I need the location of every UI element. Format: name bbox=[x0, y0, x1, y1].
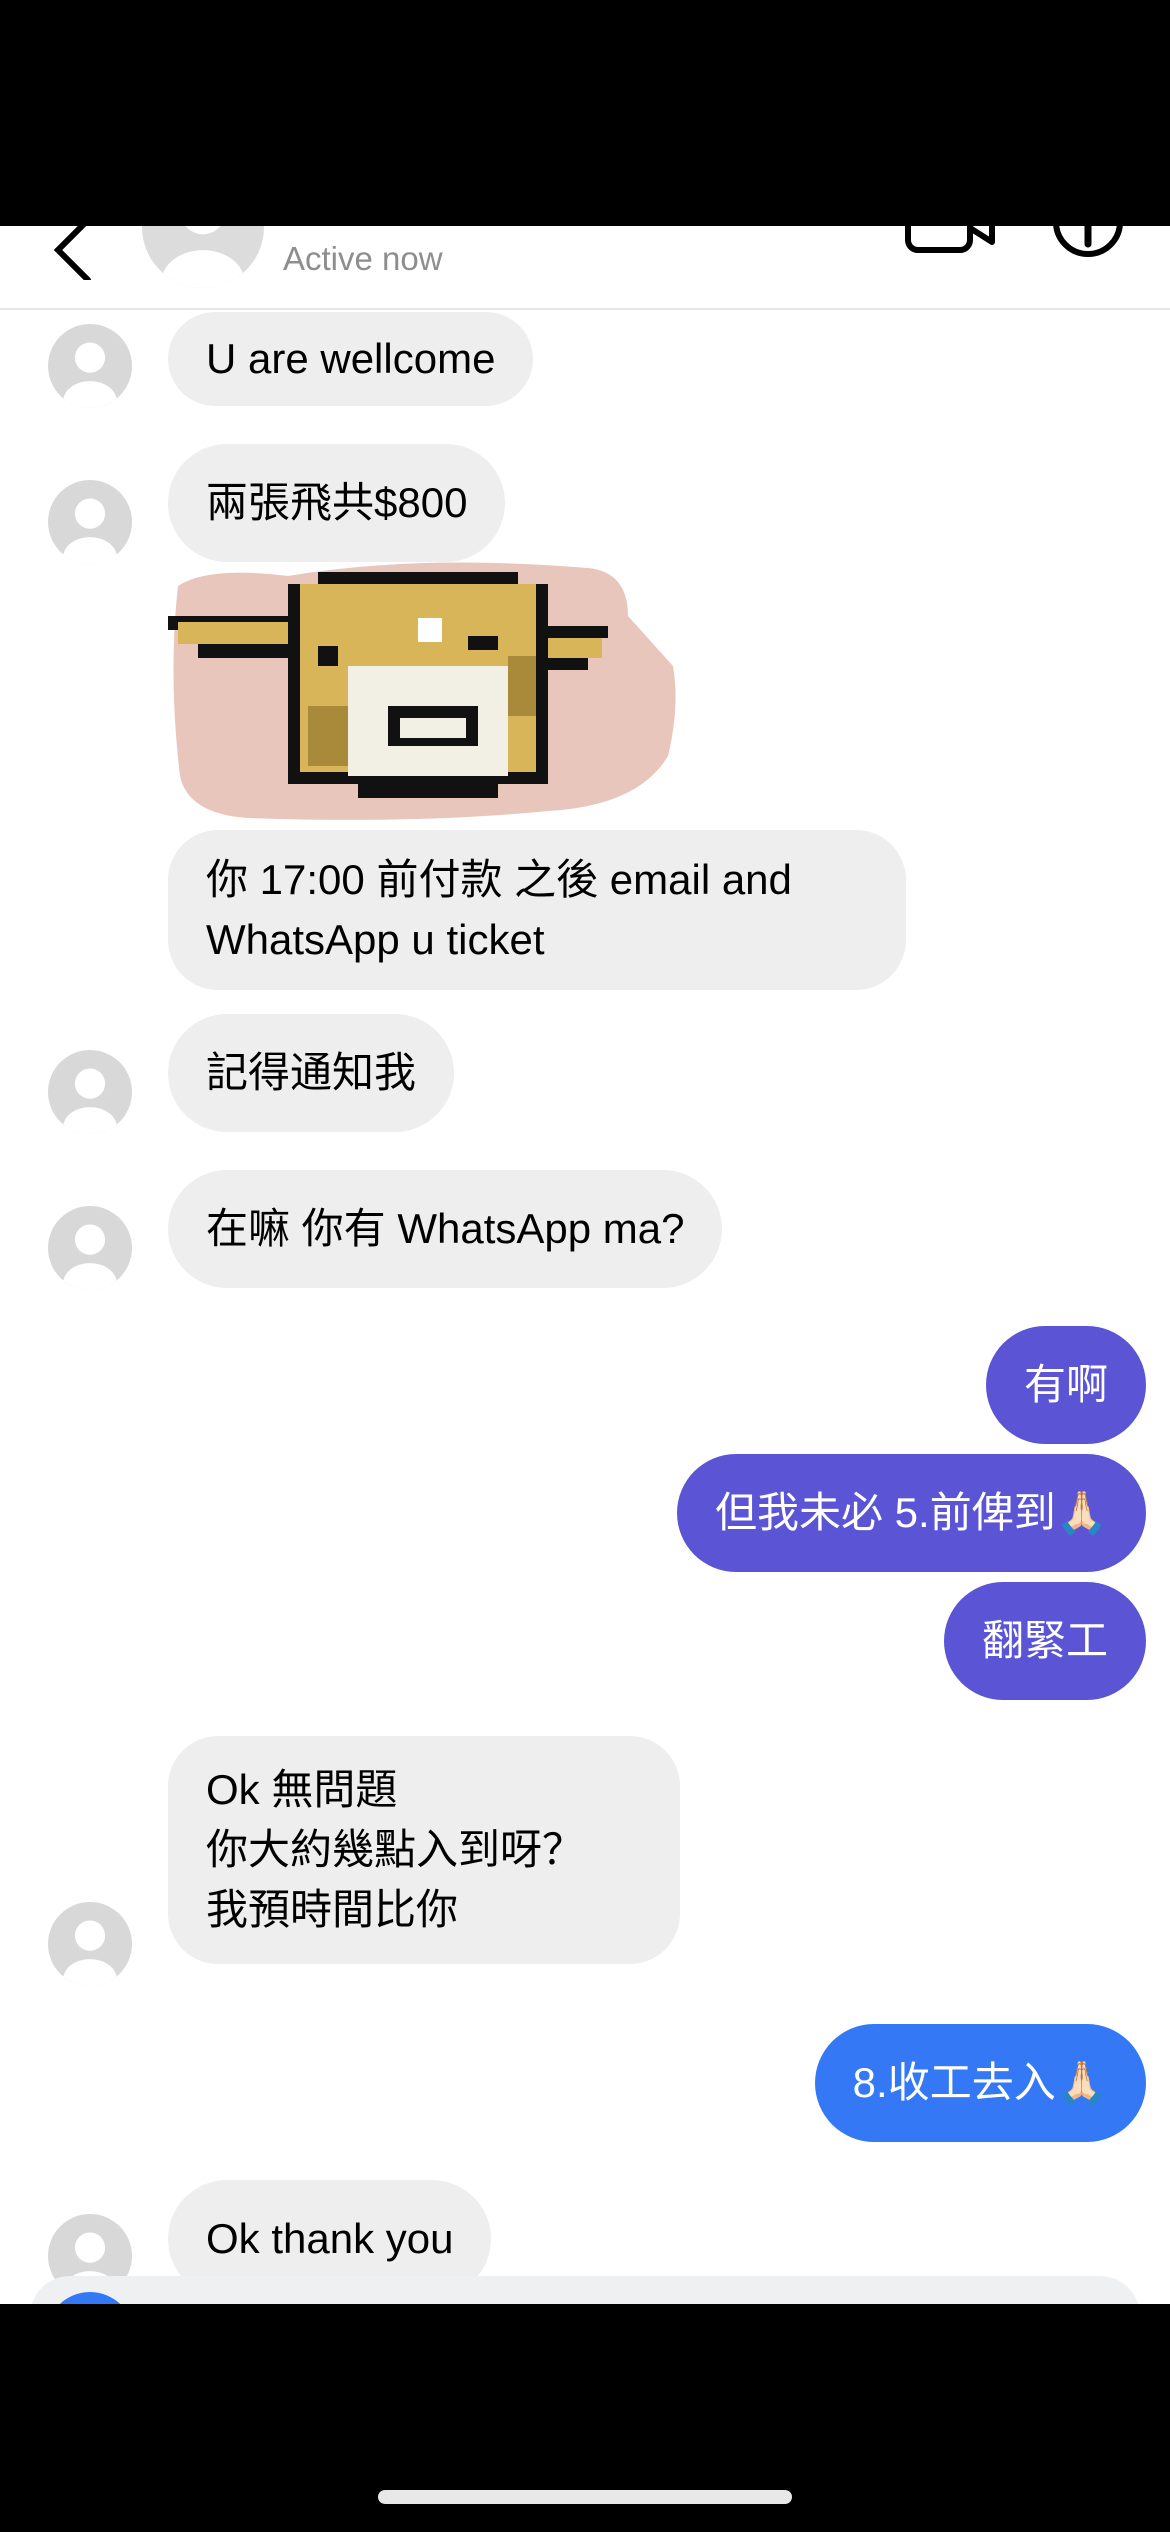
sender-avatar[interactable] bbox=[48, 324, 132, 408]
sender-avatar[interactable] bbox=[48, 1206, 132, 1290]
message-bubble-incoming[interactable]: 你 17:00 前付款 之後 email and WhatsApp u tick… bbox=[168, 830, 906, 990]
sender-avatar[interactable] bbox=[48, 480, 132, 564]
message-composer[interactable] bbox=[30, 2276, 1140, 2304]
chat-header: Active now bbox=[0, 226, 1170, 310]
message-bubble-incoming[interactable]: 兩張飛共$800 bbox=[168, 444, 506, 562]
message-bubble-incoming[interactable]: 記得通知我 bbox=[168, 1014, 455, 1132]
pixel-dog-sticker[interactable] bbox=[168, 556, 680, 826]
message-bubble-incoming[interactable]: U are wellcome bbox=[168, 312, 534, 406]
status-bar-area bbox=[0, 0, 1170, 226]
contact-avatar[interactable] bbox=[142, 226, 264, 288]
sender-avatar[interactable] bbox=[48, 1050, 132, 1134]
contact-status: Active now bbox=[283, 240, 443, 277]
sender-avatar[interactable] bbox=[48, 1902, 132, 1986]
back-icon[interactable] bbox=[48, 226, 108, 280]
message-bubble-incoming[interactable]: Ok 無問題 你大約幾點入到呀？ 我預時間比你 bbox=[168, 1736, 680, 1964]
info-icon[interactable] bbox=[1052, 226, 1124, 266]
message-bubble-outgoing[interactable]: 翻緊工 bbox=[943, 1582, 1146, 1700]
chat-screen: Active now U are wellcome 兩張飛共$800 你 17:… bbox=[0, 226, 1170, 2304]
message-bubble-outgoing[interactable]: 8.收工去入🙏🏻 bbox=[814, 2024, 1146, 2142]
video-call-icon[interactable] bbox=[904, 226, 996, 256]
home-indicator[interactable] bbox=[378, 2490, 792, 2504]
message-bubble-outgoing[interactable]: 但我未必 5.前俾到🙏🏻 bbox=[677, 1454, 1146, 1572]
message-bubble-outgoing[interactable]: 有啊 bbox=[985, 1326, 1146, 1444]
message-bubble-incoming[interactable]: 在嘛 你有 WhatsApp ma? bbox=[168, 1170, 723, 1288]
